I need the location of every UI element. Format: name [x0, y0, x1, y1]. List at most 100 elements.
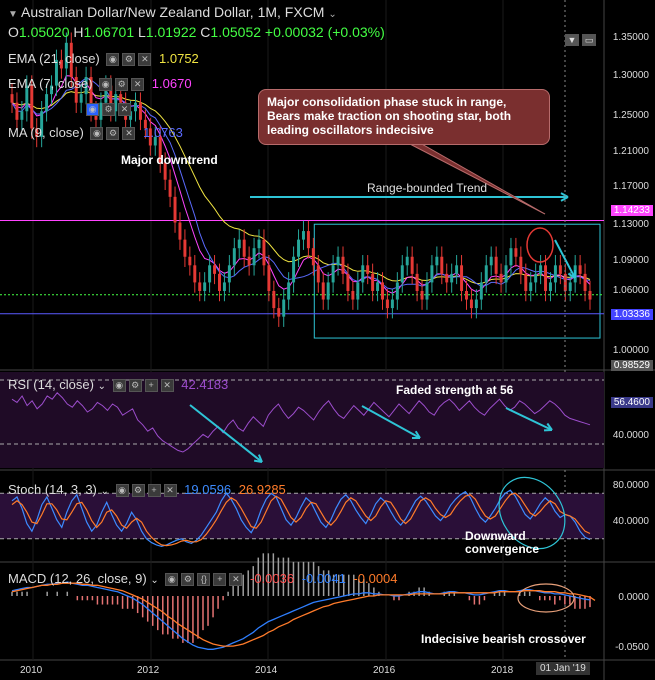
eye-icon[interactable]: ◉: [86, 103, 99, 117]
price-tick: 1.00000: [612, 345, 649, 356]
ohlc-low: 1.01922: [145, 24, 197, 40]
candle: [455, 265, 459, 274]
macd-tick: 0.0000: [618, 592, 649, 603]
ema7-legend[interactable]: EMA (7, close) ◉ ⚙ ✕ 1.0670: [8, 76, 192, 92]
macd-note: Indecisive bearish crossover: [421, 632, 586, 646]
ema21-value: 1.0752: [159, 51, 199, 66]
candle: [469, 299, 473, 309]
candle: [474, 299, 478, 309]
gear-icon[interactable]: ⚙: [131, 484, 145, 498]
macd-legend[interactable]: MACD (12, 26, close, 9) ⌄ ◉ ⚙{} + ✕ -0.0036…: [8, 571, 398, 587]
eye-icon[interactable]: ◉: [106, 53, 120, 67]
candle: [509, 248, 513, 266]
chevron-down-icon[interactable]: ⌄: [101, 486, 109, 497]
eye-icon[interactable]: ◉: [112, 379, 126, 393]
stoch-tick: 80.0000: [612, 480, 649, 491]
candle: [326, 282, 330, 300]
maximize-pane-button[interactable]: ▭: [582, 34, 596, 46]
close-icon[interactable]: ✕: [118, 103, 131, 117]
candle: [218, 273, 221, 291]
candle: [331, 265, 335, 283]
candle: [460, 265, 464, 291]
add-icon[interactable]: +: [147, 484, 161, 498]
eye-icon[interactable]: ◉: [99, 78, 113, 92]
candle: [203, 282, 207, 291]
callout-pointer: [407, 142, 546, 215]
rsi-tag: 56.4600: [610, 397, 653, 408]
ma9-legend[interactable]: MA (9, close) ◉ ⚙ ✕ 1.0763: [8, 125, 183, 141]
macd-value: -0.0041: [301, 571, 346, 586]
time-tick: 2018: [491, 665, 514, 676]
chart-title: Australian Dollar/New Zealand Dollar, 1M…: [21, 4, 325, 20]
candle: [287, 282, 291, 300]
collapse-pane-button[interactable]: ▼: [565, 34, 579, 46]
candle: [568, 282, 572, 291]
candle: [208, 265, 212, 283]
candle: [301, 231, 305, 240]
candle: [588, 290, 592, 300]
candle: [494, 256, 498, 274]
close-icon[interactable]: ✕: [163, 484, 177, 498]
price-tag-2: 1.03336: [610, 309, 653, 320]
candle: [484, 265, 488, 283]
stoch-label: Stoch (14, 3, 3): [8, 482, 97, 497]
collapse-icon[interactable]: ▼: [8, 9, 18, 20]
chevron-down-icon[interactable]: ⌄: [150, 575, 158, 586]
candle: [548, 282, 552, 291]
ohlc-row: O1.05020 H1.06701 L1.01922 C1.05052 +0.0…: [8, 24, 385, 40]
gear-icon[interactable]: ⚙: [122, 53, 136, 67]
ma9-label: MA (9, close): [8, 125, 84, 140]
add-icon[interactable]: +: [144, 379, 158, 393]
time-tick: 2014: [255, 665, 278, 676]
candle: [173, 196, 177, 223]
add-icon[interactable]: +: [213, 573, 227, 587]
candle: [222, 282, 226, 291]
candle: [583, 273, 587, 291]
chevron-down-icon[interactable]: ⌄: [98, 381, 106, 392]
eye-icon[interactable]: ◉: [90, 127, 104, 141]
ema21-legend[interactable]: EMA (21, close) ◉ ⚙ ✕ 1.0752: [8, 51, 199, 67]
candle: [504, 265, 508, 283]
price-tick: 1.25000: [612, 110, 649, 121]
eye-icon[interactable]: ◉: [165, 573, 179, 587]
price-tick: 1.21000: [612, 146, 649, 157]
macd-label: MACD (12, 26, close, 9): [8, 571, 147, 586]
eye-icon[interactable]: ◉: [115, 484, 129, 498]
candle: [519, 256, 523, 274]
close-icon[interactable]: ✕: [122, 127, 136, 141]
close-icon[interactable]: ✕: [138, 53, 152, 67]
gear-icon[interactable]: ⚙: [128, 379, 142, 393]
candle: [361, 265, 365, 283]
candle: [198, 282, 202, 291]
stoch-legend[interactable]: Stoch (14, 3, 3) ⌄ ◉ ⚙ + ✕ 19.0596 26.9285: [8, 482, 286, 498]
candle: [450, 273, 454, 283]
callout-box: Major consolidation phase stuck in range…: [258, 89, 550, 145]
candle: [371, 273, 375, 291]
candle: [336, 256, 340, 266]
candle: [425, 282, 429, 300]
stoch-tick: 40.0000: [612, 516, 649, 527]
close-icon[interactable]: ✕: [229, 573, 243, 587]
close-icon[interactable]: ✕: [131, 78, 145, 92]
candle: [183, 239, 187, 257]
candle: [292, 256, 296, 283]
candle: [400, 265, 404, 283]
chevron-down-icon[interactable]: ⌄: [328, 9, 336, 20]
price-tick: 1.17000: [612, 181, 649, 192]
gear-icon[interactable]: ⚙: [115, 78, 129, 92]
rsi-legend[interactable]: RSI (14, close) ⌄ ◉ ⚙ + ✕ 42.4183: [8, 377, 228, 393]
gear-icon[interactable]: ⚙: [102, 103, 115, 117]
gear-icon[interactable]: ⚙: [181, 573, 195, 587]
candle: [213, 265, 217, 274]
source-icon[interactable]: {}: [197, 573, 211, 587]
candle: [282, 299, 286, 317]
candle: [168, 179, 172, 197]
candle: [277, 308, 281, 317]
ohlc-open: 1.05020: [18, 24, 70, 40]
candle: [306, 231, 310, 249]
close-icon[interactable]: ✕: [160, 379, 174, 393]
gear-icon[interactable]: ⚙: [106, 127, 120, 141]
price-tick: 1.35000: [612, 32, 649, 43]
candle: [321, 282, 325, 300]
candle: [479, 282, 483, 300]
